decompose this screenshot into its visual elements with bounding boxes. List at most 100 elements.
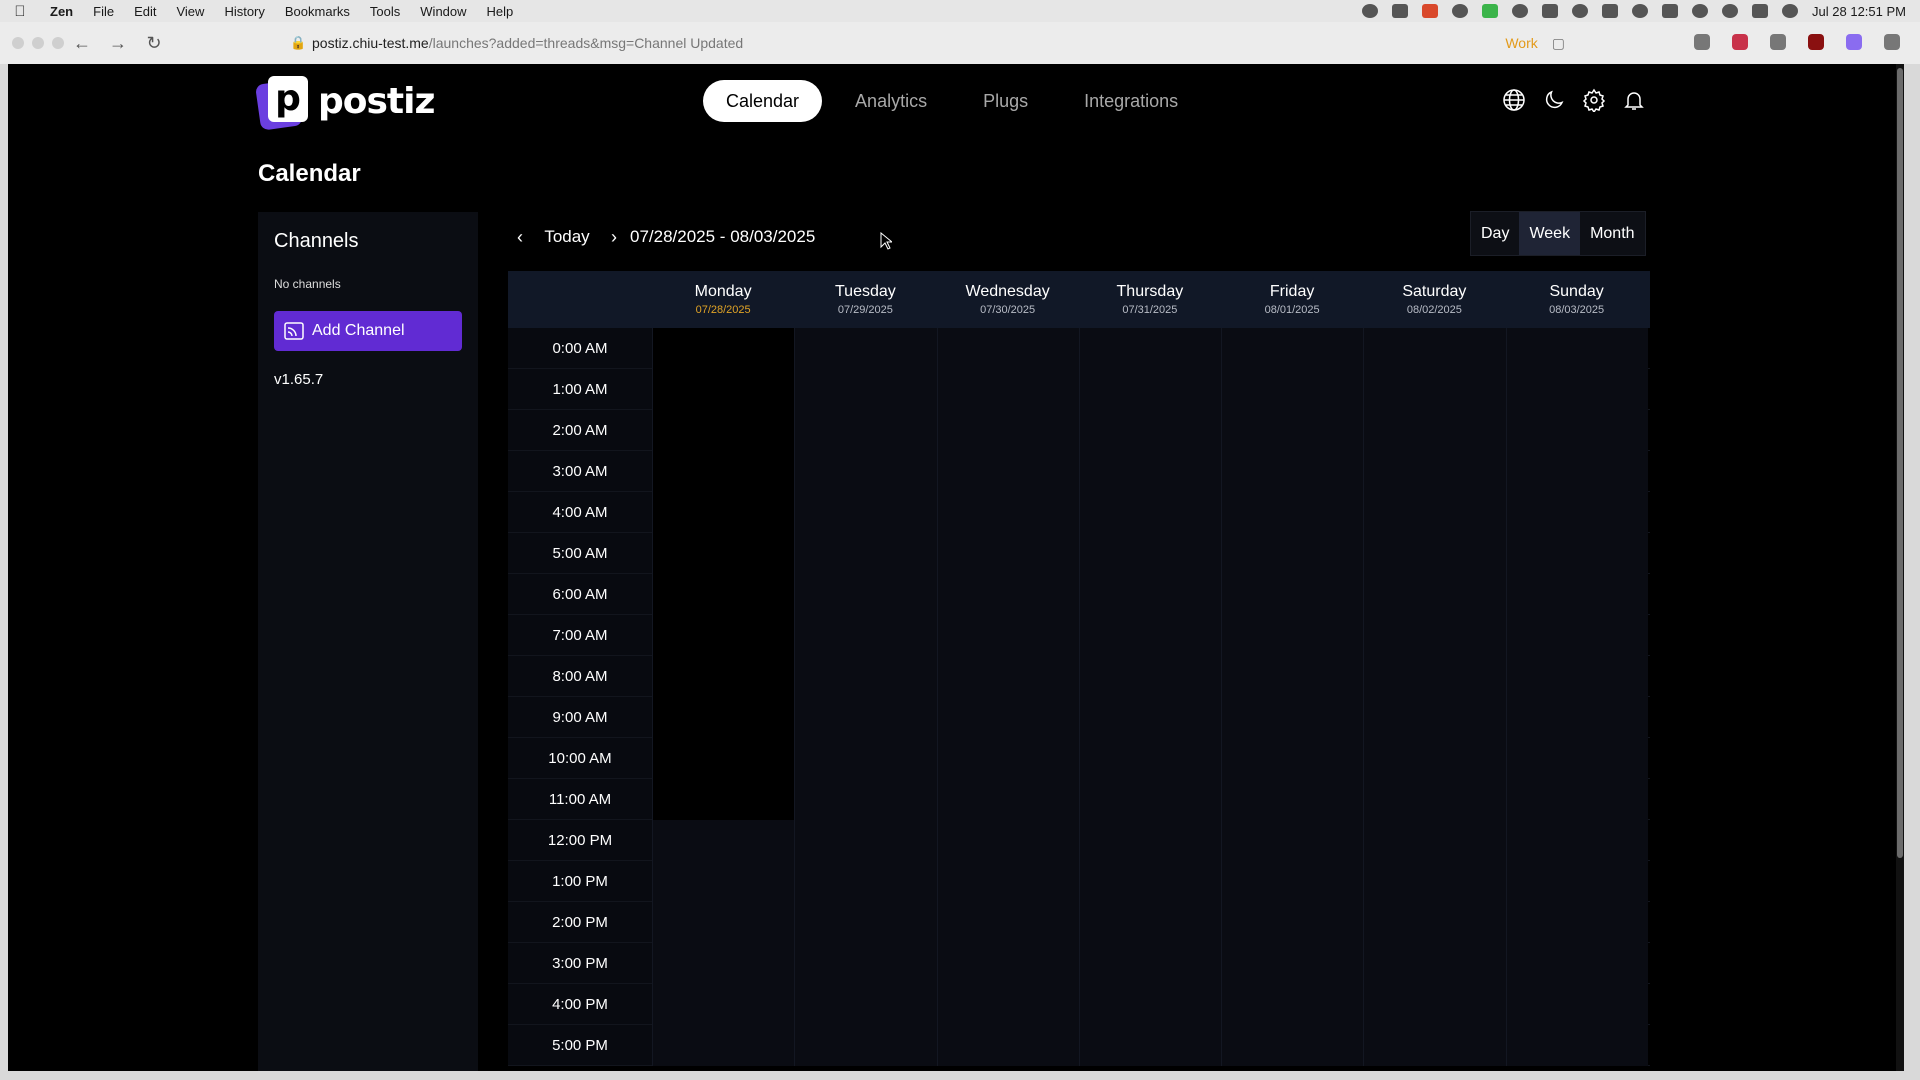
time-slot[interactable] [936,533,1079,574]
ublock-icon[interactable] [1808,34,1824,50]
reload-icon[interactable]: ↻ [136,33,172,54]
time-slot[interactable] [936,943,1079,984]
menu-file[interactable]: File [83,4,124,19]
time-slot[interactable] [794,1025,937,1066]
time-slot[interactable] [1078,410,1221,451]
add-channel-button[interactable]: Add Channel [274,311,462,351]
time-slot[interactable] [1078,861,1221,902]
time-slot[interactable] [1221,820,1364,861]
time-slot[interactable] [1221,943,1364,984]
menu-help[interactable]: Help [477,4,524,19]
drive-icon[interactable] [1542,4,1559,18]
time-slot[interactable] [936,697,1079,738]
time-slot[interactable] [1078,369,1221,410]
openai-icon[interactable] [1452,4,1469,18]
cloud-icon[interactable] [1770,34,1786,50]
time-slot[interactable] [1221,656,1364,697]
time-slot[interactable] [652,1025,795,1066]
spotlight-search-icon[interactable] [1722,4,1739,18]
tab-plugs[interactable]: Plugs [960,80,1051,122]
time-slot[interactable] [794,492,937,533]
play-icon[interactable] [1572,4,1589,18]
time-slot[interactable] [1505,984,1648,1025]
time-slot[interactable] [1505,328,1648,369]
time-slot[interactable] [794,574,937,615]
time-slot[interactable] [1505,410,1648,451]
time-slot[interactable] [1363,369,1506,410]
time-slot[interactable] [1363,533,1506,574]
time-slot[interactable] [1221,738,1364,779]
time-slot[interactable] [1078,984,1221,1025]
back-arrow-icon[interactable]: ← [64,33,100,54]
time-machine-icon[interactable] [1512,4,1529,18]
extensions-icon[interactable] [1694,34,1710,50]
app-status-icon[interactable] [1422,4,1439,18]
time-slot[interactable] [1505,902,1648,943]
time-slot[interactable] [936,984,1079,1025]
menu-window[interactable]: Window [410,4,476,19]
time-slot[interactable] [936,492,1079,533]
time-slot[interactable] [1505,615,1648,656]
address-bar[interactable]: 🔒 postiz.chiu-test.me /launches?added=th… [290,30,1565,56]
time-slot[interactable] [794,410,937,451]
time-slot[interactable] [936,615,1079,656]
time-slot[interactable] [1078,779,1221,820]
time-slot[interactable] [1363,1025,1506,1066]
time-slot[interactable] [1221,574,1364,615]
time-slot[interactable] [652,451,795,492]
time-slot[interactable] [1221,328,1364,369]
time-slot[interactable] [652,943,795,984]
menu-tools[interactable]: Tools [360,4,410,19]
time-slot[interactable] [652,615,795,656]
today-button[interactable]: Today [532,227,602,247]
time-slot[interactable] [936,1025,1079,1066]
time-slot[interactable] [794,861,937,902]
time-slot[interactable] [652,492,795,533]
time-slot[interactable] [936,902,1079,943]
input-method-icon[interactable] [1602,4,1619,18]
bell-icon[interactable] [1622,88,1646,112]
sidebar-toggle-icon[interactable] [1884,34,1900,50]
time-slot[interactable] [1363,410,1506,451]
time-slot[interactable] [652,779,795,820]
time-slot[interactable] [1221,697,1364,738]
extension-purple-icon[interactable] [1846,34,1862,50]
time-slot[interactable] [1078,328,1221,369]
time-slot[interactable] [1078,533,1221,574]
bookmark-icon[interactable]: ▢ [1552,35,1565,52]
time-slot[interactable] [936,820,1079,861]
zoom-window-icon[interactable] [52,37,64,49]
time-slot[interactable] [936,328,1079,369]
time-slot[interactable] [794,779,937,820]
record-icon[interactable] [1362,4,1379,18]
time-slot[interactable] [1505,861,1648,902]
time-slot[interactable] [1363,861,1506,902]
time-slot[interactable] [1363,328,1506,369]
close-window-icon[interactable] [12,37,24,49]
workspace-label[interactable]: Work [1505,35,1537,51]
time-slot[interactable] [1221,615,1364,656]
time-slot[interactable] [1221,369,1364,410]
time-slot[interactable] [1221,984,1364,1025]
time-slot[interactable] [1078,492,1221,533]
time-slot[interactable] [652,533,795,574]
time-slot[interactable] [1078,574,1221,615]
time-slot[interactable] [1363,574,1506,615]
globe-icon[interactable] [1502,88,1526,112]
time-slot[interactable] [1363,820,1506,861]
tab-integrations[interactable]: Integrations [1061,80,1201,122]
control-center-icon[interactable] [1752,4,1769,18]
time-slot[interactable] [1363,779,1506,820]
menu-history[interactable]: History [214,4,274,19]
time-slot[interactable] [1363,902,1506,943]
battery-icon[interactable] [1662,4,1679,18]
time-slot[interactable] [1221,861,1364,902]
view-day-button[interactable]: Day [1471,212,1519,255]
time-slot[interactable] [1221,779,1364,820]
time-slot[interactable] [652,328,795,369]
line-icon[interactable] [1482,4,1499,18]
time-slot[interactable] [1221,410,1364,451]
time-slot[interactable] [1221,451,1364,492]
wifi-icon[interactable] [1692,4,1709,18]
time-slot[interactable] [1221,533,1364,574]
